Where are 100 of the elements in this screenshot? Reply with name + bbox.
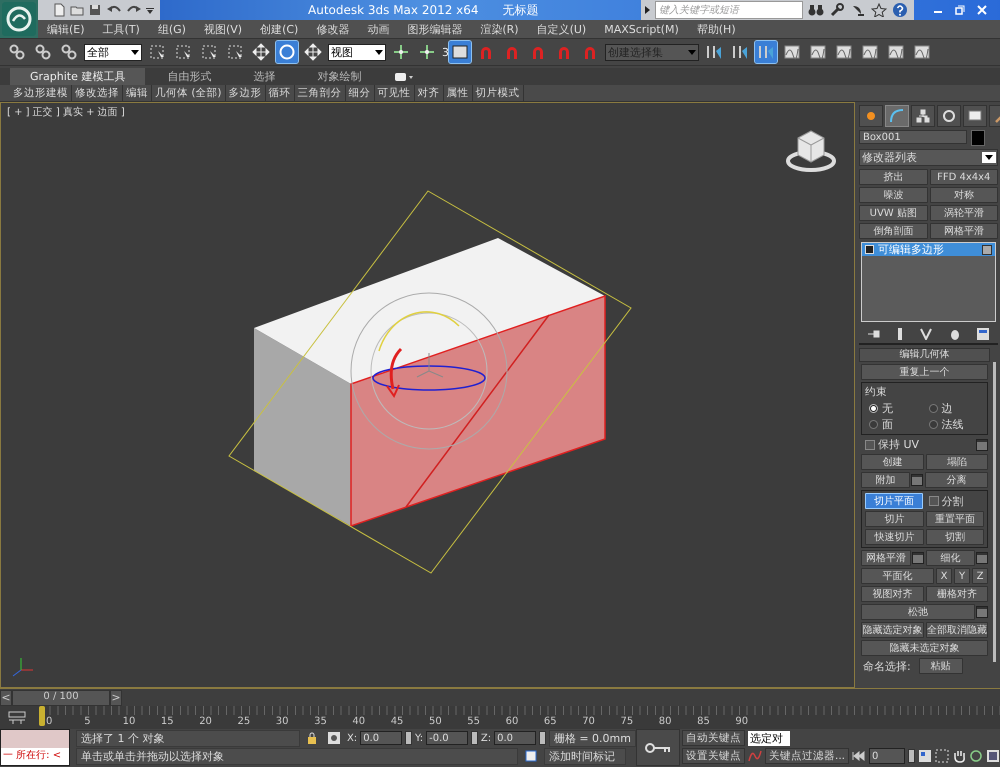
transform-mode-icon[interactable] xyxy=(328,732,340,744)
create-icon[interactable] xyxy=(859,105,883,127)
x-coordinate-field[interactable]: 0.0 xyxy=(360,731,402,745)
menu-item[interactable]: 工具(T) xyxy=(94,22,149,36)
ribbon-panel-tab[interactable]: 多边形建模 xyxy=(10,85,72,101)
scrollbar[interactable] xyxy=(993,362,996,662)
save-icon[interactable] xyxy=(88,3,102,17)
tool-button[interactable]: 栅格对齐 xyxy=(926,586,988,602)
motion-icon[interactable] xyxy=(937,105,961,127)
ribbon-panel-tab[interactable]: 编辑 xyxy=(123,85,152,101)
modifier-button[interactable]: 挤出 xyxy=(859,169,928,185)
tool-button[interactable]: 创建 xyxy=(861,454,924,470)
star-icon[interactable] xyxy=(871,3,887,17)
show-end-result-icon[interactable] xyxy=(897,328,904,340)
add-time-tag[interactable]: 添加时间标记 xyxy=(544,748,626,764)
orbit-icon[interactable] xyxy=(969,749,983,763)
z-coordinate-field[interactable]: 0.0 xyxy=(494,731,536,745)
checkbox[interactable] xyxy=(928,496,938,506)
menu-item[interactable]: 视图(V) xyxy=(194,22,252,36)
current-frame-marker[interactable] xyxy=(39,706,45,726)
tool-button[interactable]: 视图对齐 xyxy=(861,586,924,602)
view-cube[interactable] xyxy=(786,130,836,172)
object-name-field[interactable]: Box001 xyxy=(859,130,967,144)
spinner-icon[interactable] xyxy=(471,731,478,745)
menu-item[interactable]: 帮助(H) xyxy=(688,22,745,36)
ribbon-tab[interactable]: Graphite 建模工具 xyxy=(10,68,146,85)
viewport-label[interactable]: [ + ] 正交 ] 真实 + 边面 ] xyxy=(7,105,125,119)
modifier-button[interactable]: 对称 xyxy=(930,187,998,203)
settings-button[interactable] xyxy=(976,606,988,618)
new-file-icon[interactable] xyxy=(52,3,66,17)
radio-button[interactable] xyxy=(869,420,878,429)
rollout-header[interactable]: 编辑几何体 xyxy=(859,348,990,362)
menu-item[interactable]: 动画 xyxy=(358,22,398,36)
modifier-button[interactable]: 噪波 xyxy=(859,187,928,203)
search-field[interactable]: 键入关键字或短语 xyxy=(655,1,803,19)
close-icon[interactable] xyxy=(976,4,988,16)
tool-button[interactable]: 切割 xyxy=(926,529,984,545)
current-frame-field[interactable]: 0 xyxy=(869,748,905,764)
toggle-button[interactable]: 切片平面 xyxy=(865,493,922,509)
rotate-gizmo[interactable] xyxy=(350,292,508,450)
ribbon-panel-tab[interactable]: 对齐 xyxy=(414,85,444,101)
tool-button[interactable]: 全部取消隐藏 xyxy=(926,622,988,638)
key-mode-field[interactable]: 选定对 xyxy=(748,730,790,746)
spinner-icon[interactable] xyxy=(539,731,546,745)
set-key-button[interactable]: 设置关键点 xyxy=(682,748,745,764)
time-slider-thumb[interactable]: 0 / 100 xyxy=(12,690,110,706)
tool-button[interactable]: 塌陷 xyxy=(926,454,988,470)
restore-icon[interactable] xyxy=(954,4,966,16)
ribbon-panel-tab[interactable]: 循环 xyxy=(266,85,295,101)
time-config-icon[interactable] xyxy=(918,749,932,763)
modifier-list-dropdown[interactable]: 修改器列表 xyxy=(859,149,998,166)
menu-item[interactable]: 创建(C) xyxy=(251,22,308,36)
tool-button[interactable]: 重置平面 xyxy=(926,511,984,527)
ribbon-tab[interactable]: 选择 xyxy=(233,68,296,85)
keyboard-icon[interactable] xyxy=(449,41,471,63)
modifier-button[interactable]: FFD 4x4x4 xyxy=(930,169,998,185)
reference-coordinate-dropdown[interactable]: 视图 xyxy=(328,44,386,60)
spinner-icon[interactable] xyxy=(405,731,412,745)
configure-sets-icon[interactable] xyxy=(977,328,990,340)
maximize-viewport-icon[interactable] xyxy=(986,749,1000,763)
key-filters-button[interactable]: 关键点过滤器... xyxy=(764,748,849,764)
hierarchy-icon[interactable] xyxy=(911,105,935,127)
expand-icon[interactable] xyxy=(865,245,874,254)
tool-button[interactable]: 快速切片 xyxy=(865,529,924,545)
axis-button[interactable]: Z xyxy=(972,568,988,584)
axis-button[interactable]: X xyxy=(936,568,952,584)
tool-button[interactable]: 网格平滑 xyxy=(861,550,910,566)
previous-frame-button[interactable]: < xyxy=(0,690,12,706)
help-icon[interactable] xyxy=(892,2,908,18)
ribbon-panel-tab[interactable]: 多边形 xyxy=(226,85,266,101)
pin-stack-icon[interactable] xyxy=(868,329,880,339)
move-icon[interactable] xyxy=(250,41,272,63)
ribbon-panel-tab[interactable]: 细分 xyxy=(346,85,375,101)
settings-button[interactable] xyxy=(910,474,922,486)
ribbon-tab[interactable]: 自由形式 xyxy=(147,68,232,85)
ribbon-tab[interactable]: 对象绘制 xyxy=(297,68,382,85)
menu-item[interactable]: 编辑(E) xyxy=(38,22,94,36)
next-frame-button[interactable]: > xyxy=(110,690,122,706)
auto-key-button[interactable]: 自动关键点 xyxy=(682,730,745,746)
modifier-button[interactable]: UVW 贴图 xyxy=(859,205,928,221)
binoculars-icon[interactable] xyxy=(808,3,824,17)
modifier-button[interactable]: 网格平滑 xyxy=(930,223,998,239)
pan-hand-icon[interactable] xyxy=(952,749,966,763)
tool-button[interactable]: 附加 xyxy=(861,472,910,488)
ribbon-panel-tab[interactable]: 修改选择 xyxy=(72,85,123,101)
radio-button[interactable] xyxy=(928,404,938,413)
menu-item[interactable]: 图形编辑器 xyxy=(398,22,472,36)
menu-item[interactable]: MAXScript(M) xyxy=(595,22,688,36)
tool-button[interactable]: 隐藏未选定对象 xyxy=(861,640,988,656)
dropdown-arrow-icon[interactable] xyxy=(146,5,154,15)
y-coordinate-field[interactable]: -0.0 xyxy=(426,731,468,745)
modifier-button[interactable]: 倒角剖面 xyxy=(859,223,928,239)
lock-icon[interactable] xyxy=(306,732,317,744)
settings-button[interactable] xyxy=(976,438,988,450)
repeat-last-button[interactable]: 重复上一个 xyxy=(861,364,988,380)
key-icon[interactable] xyxy=(636,729,680,766)
menu-item[interactable]: 修改器 xyxy=(307,22,358,36)
expand-arrow-icon[interactable] xyxy=(645,6,650,14)
maxscript-listener[interactable]: 一 所在行: < xyxy=(0,729,70,766)
selection-filter-dropdown[interactable]: 全部 xyxy=(84,44,142,60)
